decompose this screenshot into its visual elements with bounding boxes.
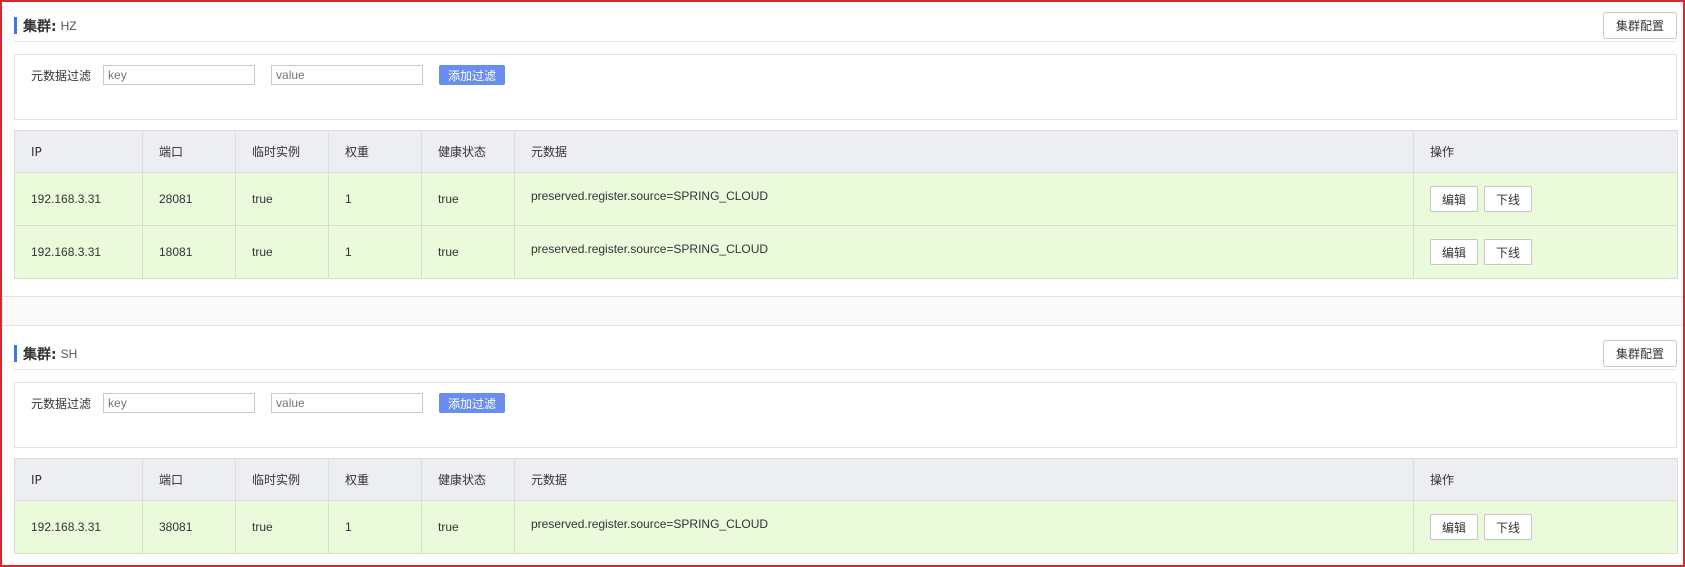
cluster-name: HZ <box>60 18 77 33</box>
cell-port: 18081 <box>142 225 236 279</box>
offline-button[interactable]: 下线 <box>1484 186 1533 212</box>
column-header-health: 健康状态 <box>421 130 515 173</box>
cluster-panel-hz: 集群: HZ 集群配置 元数据过滤 添加过滤 IP 端口 临时实例 权重 健康状… <box>14 10 1678 279</box>
cluster-title-label: 集群: <box>23 18 57 35</box>
cell-ip: 192.168.3.31 <box>14 225 143 279</box>
instance-table: IP 端口 临时实例 权重 健康状态 元数据 操作 192.168.3.31 2… <box>14 130 1678 279</box>
cluster-config-button[interactable]: 集群配置 <box>1602 340 1677 367</box>
column-header-weight: 权重 <box>328 130 422 173</box>
metadata-filter: 元数据过滤 添加过滤 <box>14 54 1677 120</box>
instance-table: IP 端口 临时实例 权重 健康状态 元数据 操作 192.168.3.31 3… <box>14 458 1678 554</box>
cluster-name: SH <box>60 346 78 361</box>
cell-metadata: preserved.register.source=SPRING_CLOUD <box>514 225 1414 279</box>
cell-port: 38081 <box>142 500 236 554</box>
offline-button[interactable]: 下线 <box>1484 239 1533 265</box>
cluster-separator <box>2 296 1683 326</box>
edit-button[interactable]: 编辑 <box>1430 514 1479 540</box>
filter-value-input[interactable] <box>271 65 424 85</box>
column-header-ephemeral: 临时实例 <box>235 130 329 173</box>
table-header-row: IP 端口 临时实例 权重 健康状态 元数据 操作 <box>14 130 1678 173</box>
cell-metadata: preserved.register.source=SPRING_CLOUD <box>514 500 1414 554</box>
metadata-filter-label: 元数据过滤 <box>31 68 92 83</box>
column-header-actions: 操作 <box>1413 130 1678 173</box>
cell-actions: 编辑 下线 <box>1413 500 1678 554</box>
edit-button[interactable]: 编辑 <box>1430 186 1479 212</box>
cluster-header: 集群: HZ 集群配置 <box>14 10 1677 42</box>
cell-weight: 1 <box>328 172 422 226</box>
add-filter-button[interactable]: 添加过滤 <box>439 393 506 413</box>
column-header-ip: IP <box>14 458 143 501</box>
cell-healthy: true <box>421 172 515 226</box>
cell-metadata: preserved.register.source=SPRING_CLOUD <box>514 172 1414 226</box>
cell-ephemeral: true <box>235 172 329 226</box>
add-filter-button[interactable]: 添加过滤 <box>439 65 506 85</box>
column-header-ip: IP <box>14 130 143 173</box>
table-row: 192.168.3.31 28081 true 1 true preserved… <box>14 172 1678 226</box>
metadata-filter-label: 元数据过滤 <box>31 396 92 411</box>
column-header-port: 端口 <box>142 130 236 173</box>
cluster-config-button[interactable]: 集群配置 <box>1602 12 1677 39</box>
cluster-title-label: 集群: <box>23 346 57 363</box>
table-row: 192.168.3.31 18081 true 1 true preserved… <box>14 225 1678 279</box>
cluster-title: 集群: HZ <box>14 16 77 36</box>
filter-key-input[interactable] <box>103 65 256 85</box>
cell-healthy: true <box>421 500 515 554</box>
cell-ip: 192.168.3.31 <box>14 172 143 226</box>
cluster-title: 集群: SH <box>14 344 77 364</box>
cell-ephemeral: true <box>235 500 329 554</box>
filter-key-input[interactable] <box>103 393 256 413</box>
column-header-port: 端口 <box>142 458 236 501</box>
cell-weight: 1 <box>328 225 422 279</box>
column-header-health: 健康状态 <box>421 458 515 501</box>
cell-ephemeral: true <box>235 225 329 279</box>
table-header-row: IP 端口 临时实例 权重 健康状态 元数据 操作 <box>14 458 1678 501</box>
edit-button[interactable]: 编辑 <box>1430 239 1479 265</box>
cell-weight: 1 <box>328 500 422 554</box>
cell-ip: 192.168.3.31 <box>14 500 143 554</box>
filter-value-input[interactable] <box>271 393 424 413</box>
cell-healthy: true <box>421 225 515 279</box>
column-header-actions: 操作 <box>1413 458 1678 501</box>
column-header-weight: 权重 <box>328 458 422 501</box>
metadata-filter: 元数据过滤 添加过滤 <box>14 382 1677 448</box>
title-accent-bar <box>14 17 17 34</box>
cell-actions: 编辑 下线 <box>1413 225 1678 279</box>
column-header-metadata: 元数据 <box>514 458 1414 501</box>
cluster-header: 集群: SH 集群配置 <box>14 338 1677 370</box>
cell-actions: 编辑 下线 <box>1413 172 1678 226</box>
column-header-ephemeral: 临时实例 <box>235 458 329 501</box>
title-accent-bar <box>14 345 17 362</box>
table-row: 192.168.3.31 38081 true 1 true preserved… <box>14 500 1678 554</box>
offline-button[interactable]: 下线 <box>1484 514 1533 540</box>
cell-port: 28081 <box>142 172 236 226</box>
column-header-metadata: 元数据 <box>514 130 1414 173</box>
cluster-panel-sh: 集群: SH 集群配置 元数据过滤 添加过滤 IP 端口 临时实例 权重 健康状… <box>14 338 1678 554</box>
